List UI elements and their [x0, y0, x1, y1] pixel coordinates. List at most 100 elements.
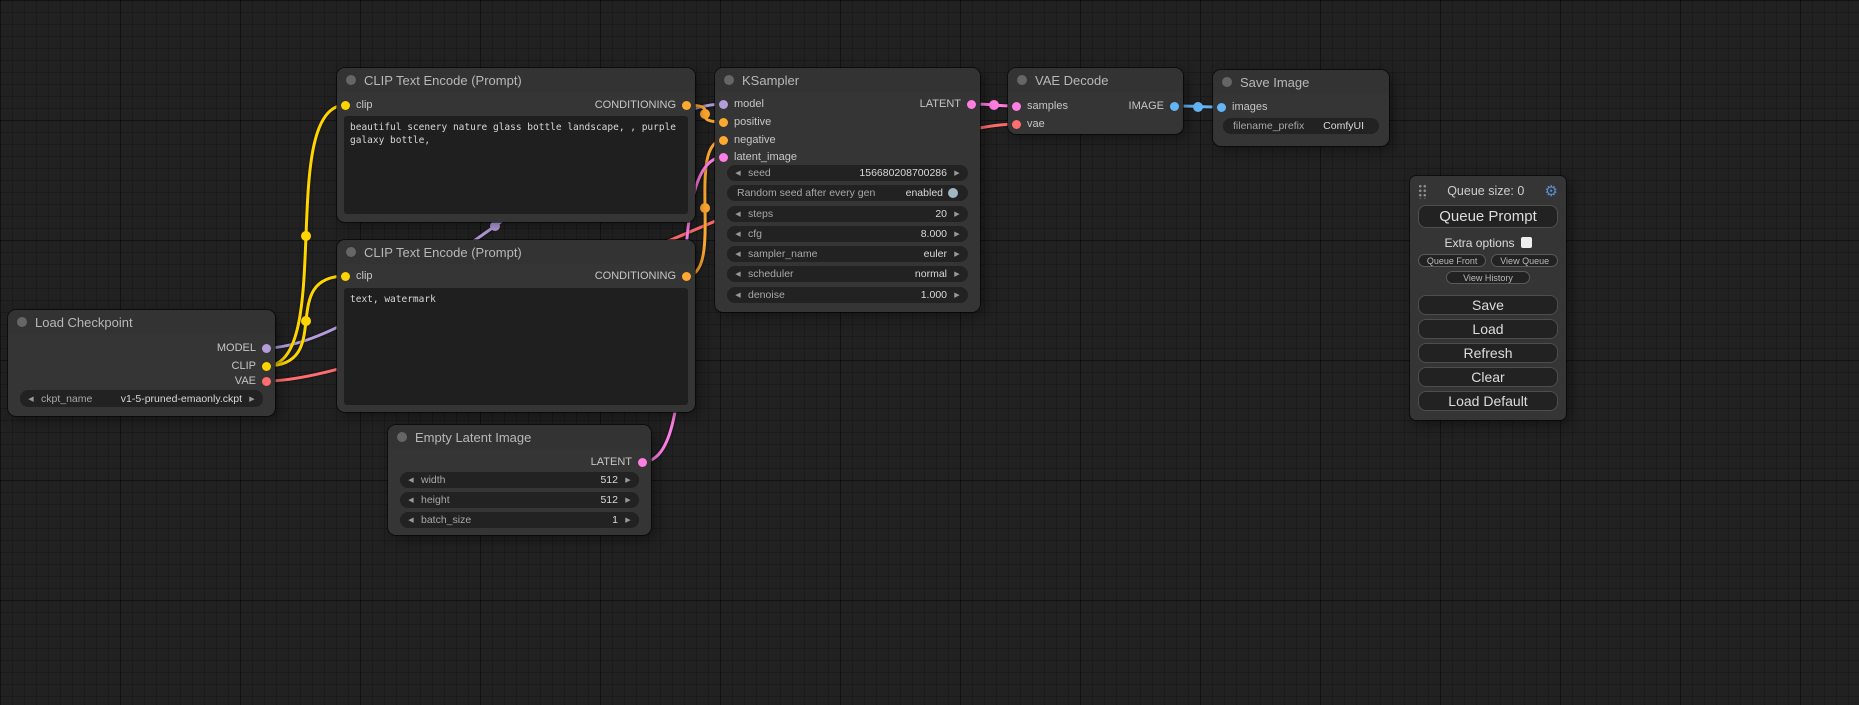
conditioning-slot-dot-icon[interactable]: [719, 136, 728, 145]
output-slot-clip: CLIP: [8, 359, 275, 373]
widget-label: height: [421, 494, 600, 506]
decrement-arrow-icon[interactable]: ◀: [406, 516, 416, 524]
queue-small-buttons-row: Queue Front View Queue: [1418, 254, 1558, 267]
widget-height[interactable]: ◀ height 512 ▶: [400, 492, 639, 508]
node-ksampler[interactable]: KSampler model positive negative latent_…: [715, 68, 980, 312]
output-slot-latent: LATENT: [715, 97, 980, 111]
settings-gear-icon[interactable]: ⚙: [1545, 184, 1558, 199]
decrement-arrow-icon[interactable]: ◀: [733, 270, 743, 278]
node-titlebar[interactable]: KSampler: [715, 68, 980, 92]
node-status-dot-icon[interactable]: [1017, 75, 1027, 85]
decrement-arrow-icon[interactable]: ◀: [26, 395, 36, 403]
node-title: VAE Decode: [1035, 73, 1108, 88]
node-clip-text-encode-positive[interactable]: CLIP Text Encode (Prompt) clip CONDITION…: [337, 68, 695, 222]
node-titlebar[interactable]: VAE Decode: [1008, 68, 1183, 92]
increment-arrow-icon[interactable]: ▶: [952, 210, 962, 218]
widget-label: sampler_name: [748, 248, 924, 260]
node-status-dot-icon[interactable]: [346, 247, 356, 257]
conditioning-slot-dot-icon[interactable]: [682, 101, 691, 110]
node-titlebar[interactable]: Load Checkpoint: [8, 310, 275, 334]
wire-midpoint-dot: [700, 203, 710, 213]
conditioning-slot-dot-icon[interactable]: [682, 272, 691, 281]
queue-panel: Queue size: 0 ⚙ Queue Prompt Extra optio…: [1410, 176, 1566, 420]
node-load-checkpoint[interactable]: Load Checkpoint MODEL CLIP VAE ◀ ckpt_na…: [8, 310, 275, 416]
input-slot-latent-image: latent_image: [715, 150, 980, 164]
clip-slot-dot-icon[interactable]: [262, 362, 271, 371]
widget-filename-prefix[interactable]: filename_prefix ComfyUI: [1223, 118, 1379, 134]
widget-cfg[interactable]: ◀ cfg 8.000 ▶: [727, 226, 968, 242]
increment-arrow-icon[interactable]: ▶: [952, 270, 962, 278]
node-save-image[interactable]: Save Image images filename_prefix ComfyU…: [1213, 70, 1389, 146]
node-status-dot-icon[interactable]: [346, 75, 356, 85]
node-graph-canvas[interactable]: Load Checkpoint MODEL CLIP VAE ◀ ckpt_na…: [0, 0, 1859, 705]
slot-label: VAE: [235, 374, 256, 388]
model-slot-dot-icon[interactable]: [262, 344, 271, 353]
increment-arrow-icon[interactable]: ▶: [952, 250, 962, 258]
vae-slot-dot-icon[interactable]: [1012, 120, 1021, 129]
latent-slot-dot-icon[interactable]: [638, 458, 647, 467]
widget-value: normal: [915, 268, 947, 280]
extra-options-row: Extra options: [1418, 236, 1558, 249]
decrement-arrow-icon[interactable]: ◀: [733, 230, 743, 238]
node-status-dot-icon[interactable]: [1222, 77, 1232, 87]
node-clip-text-encode-negative[interactable]: CLIP Text Encode (Prompt) clip CONDITION…: [337, 240, 695, 412]
widget-batch-size[interactable]: ◀ batch_size 1 ▶: [400, 512, 639, 528]
node-status-dot-icon[interactable]: [724, 75, 734, 85]
widget-random-seed-toggle[interactable]: Random seed after every gen enabled: [727, 185, 968, 201]
image-slot-dot-icon[interactable]: [1170, 102, 1179, 111]
view-queue-button[interactable]: View Queue: [1491, 254, 1558, 267]
increment-arrow-icon[interactable]: ▶: [952, 291, 962, 299]
input-slot-vae: vae: [1008, 117, 1183, 131]
decrement-arrow-icon[interactable]: ◀: [733, 291, 743, 299]
increment-arrow-icon[interactable]: ▶: [247, 395, 257, 403]
image-slot-dot-icon[interactable]: [1217, 103, 1226, 112]
increment-arrow-icon[interactable]: ▶: [623, 516, 633, 524]
increment-arrow-icon[interactable]: ▶: [623, 476, 633, 484]
clear-button[interactable]: Clear: [1418, 367, 1558, 387]
node-titlebar[interactable]: CLIP Text Encode (Prompt): [337, 240, 695, 264]
queue-front-button[interactable]: Queue Front: [1418, 254, 1486, 267]
node-status-dot-icon[interactable]: [17, 317, 27, 327]
drag-handle-icon[interactable]: [1418, 184, 1427, 199]
conditioning-slot-dot-icon[interactable]: [719, 118, 728, 127]
toggle-dot-icon[interactable]: [948, 188, 958, 198]
node-titlebar[interactable]: Empty Latent Image: [388, 425, 651, 449]
decrement-arrow-icon[interactable]: ◀: [733, 250, 743, 258]
widget-sampler-name[interactable]: ◀ sampler_name euler ▶: [727, 246, 968, 262]
widget-label: batch_size: [421, 514, 612, 526]
node-vae-decode[interactable]: VAE Decode samples vae IMAGE: [1008, 68, 1183, 134]
vae-slot-dot-icon[interactable]: [262, 377, 271, 386]
decrement-arrow-icon[interactable]: ◀: [406, 496, 416, 504]
load-default-button[interactable]: Load Default: [1418, 391, 1558, 411]
latent-slot-dot-icon[interactable]: [719, 153, 728, 162]
slot-label: negative: [734, 133, 776, 147]
extra-options-checkbox[interactable]: [1521, 237, 1532, 248]
widget-label: scheduler: [748, 268, 915, 280]
increment-arrow-icon[interactable]: ▶: [952, 169, 962, 177]
node-status-dot-icon[interactable]: [397, 432, 407, 442]
view-history-button[interactable]: View History: [1446, 271, 1530, 284]
node-title: CLIP Text Encode (Prompt): [364, 73, 522, 88]
latent-slot-dot-icon[interactable]: [967, 100, 976, 109]
increment-arrow-icon[interactable]: ▶: [623, 496, 633, 504]
widget-seed[interactable]: ◀ seed 156680208700286 ▶: [727, 165, 968, 181]
positive-prompt-textarea[interactable]: beautiful scenery nature glass bottle la…: [344, 116, 688, 214]
decrement-arrow-icon[interactable]: ◀: [733, 169, 743, 177]
node-titlebar[interactable]: CLIP Text Encode (Prompt): [337, 68, 695, 92]
widget-width[interactable]: ◀ width 512 ▶: [400, 472, 639, 488]
increment-arrow-icon[interactable]: ▶: [952, 230, 962, 238]
widget-ckpt-name[interactable]: ◀ ckpt_name v1-5-pruned-emaonly.ckpt ▶: [20, 390, 263, 407]
widget-denoise[interactable]: ◀ denoise 1.000 ▶: [727, 287, 968, 303]
decrement-arrow-icon[interactable]: ◀: [406, 476, 416, 484]
node-titlebar[interactable]: Save Image: [1213, 70, 1389, 94]
widget-scheduler[interactable]: ◀ scheduler normal ▶: [727, 266, 968, 282]
refresh-button[interactable]: Refresh: [1418, 343, 1558, 363]
widget-value: 1: [612, 514, 618, 526]
queue-prompt-button[interactable]: Queue Prompt: [1418, 205, 1558, 228]
load-button[interactable]: Load: [1418, 319, 1558, 339]
negative-prompt-textarea[interactable]: text, watermark: [344, 288, 688, 405]
widget-steps[interactable]: ◀ steps 20 ▶: [727, 206, 968, 222]
node-empty-latent-image[interactable]: Empty Latent Image LATENT ◀ width 512 ▶ …: [388, 425, 651, 535]
decrement-arrow-icon[interactable]: ◀: [733, 210, 743, 218]
save-button[interactable]: Save: [1418, 295, 1558, 315]
